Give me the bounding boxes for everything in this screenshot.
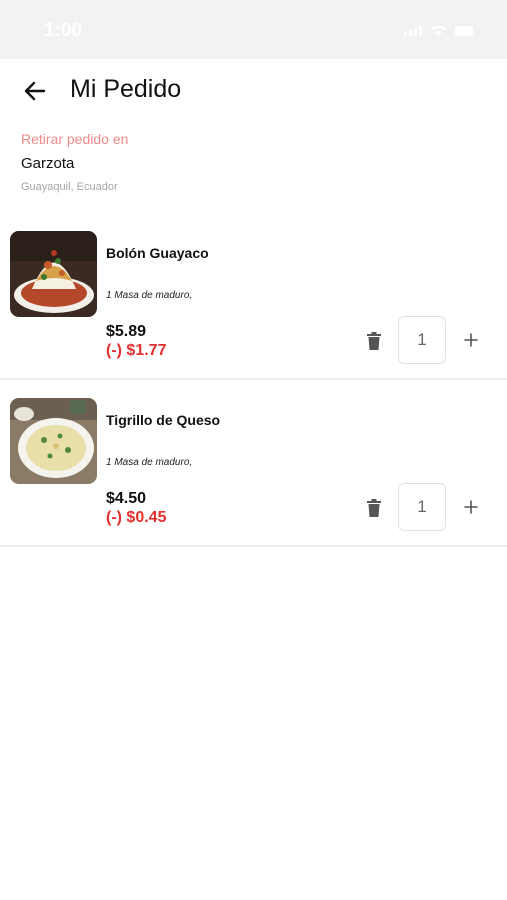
quantity-field[interactable]: 1 bbox=[398, 483, 446, 531]
item-name: Tigrillo de Queso bbox=[106, 412, 221, 428]
plus-icon[interactable] bbox=[462, 498, 480, 516]
signal-icon bbox=[404, 26, 422, 36]
item-note: 1 Masa de maduro, bbox=[106, 290, 193, 301]
store-location: Guayaquil, Ecuador bbox=[21, 181, 118, 193]
trash-icon[interactable] bbox=[366, 499, 382, 517]
pickup-label: Retirar pedido en bbox=[21, 131, 129, 147]
item-discount: (-) $0.45 bbox=[106, 509, 167, 526]
item-price: $5.89 bbox=[106, 323, 147, 340]
status-time: 1:00 bbox=[44, 20, 83, 41]
quantity-field[interactable]: 1 bbox=[398, 316, 446, 364]
status-bar: 1:00 bbox=[0, 0, 507, 59]
item-discount: (-) $1.77 bbox=[106, 342, 167, 359]
app-header: Mi Pedido bbox=[0, 59, 507, 123]
page-title: Mi Pedido bbox=[70, 75, 182, 103]
plus-icon[interactable] bbox=[462, 331, 480, 349]
store-name: Garzota bbox=[21, 155, 75, 172]
item-price: $4.50 bbox=[106, 490, 147, 507]
bolon-photo bbox=[10, 231, 97, 317]
trash-icon[interactable] bbox=[366, 332, 382, 350]
item-name: Bolón Guayaco bbox=[106, 245, 209, 261]
tigrillo-photo bbox=[10, 398, 97, 484]
status-icons bbox=[404, 24, 473, 36]
wifi-icon bbox=[431, 25, 446, 36]
divider bbox=[0, 545, 507, 547]
back-arrow-icon[interactable] bbox=[22, 78, 48, 104]
battery-icon bbox=[455, 26, 473, 36]
item-note: 1 Masa de maduro, bbox=[106, 457, 193, 468]
